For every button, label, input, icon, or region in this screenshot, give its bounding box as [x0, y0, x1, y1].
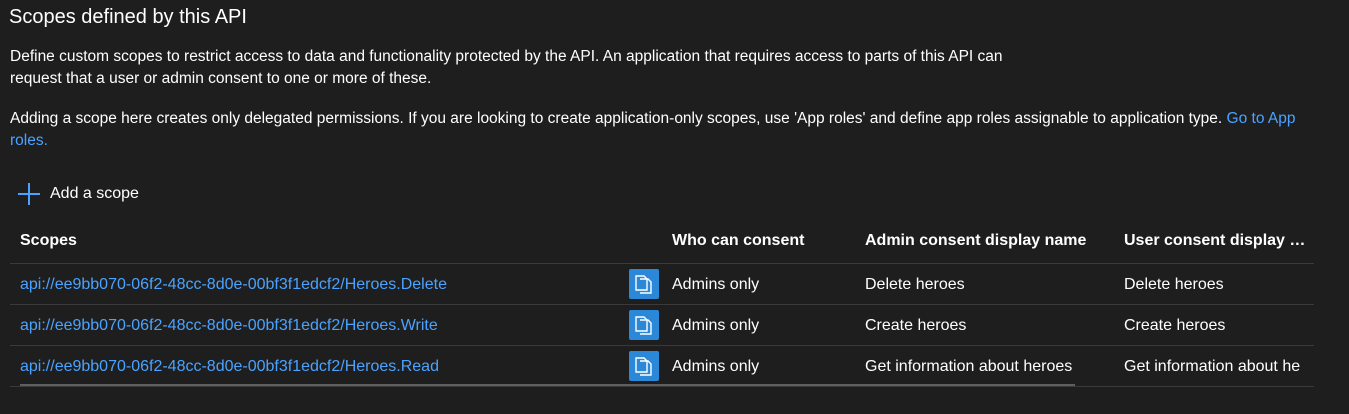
add-scope-label: Add a scope [50, 185, 139, 202]
delegated-permissions-text: Adding a scope here creates only delegat… [10, 110, 1223, 127]
copy-to-clipboard-button[interactable] [629, 269, 659, 299]
table-row: api://ee9bb070-06f2-48cc-8d0e-00bf3f1edc… [10, 305, 1314, 346]
table-row: api://ee9bb070-06f2-48cc-8d0e-00bf3f1edc… [10, 346, 1314, 387]
table-header: Scopes Who can consent Admin consent dis… [10, 222, 1314, 264]
delegated-permissions-note: Adding a scope here creates only delegat… [10, 108, 1310, 152]
admin-display-name-cell: Create heroes [865, 317, 967, 334]
user-display-name-cell: Get information about he [1124, 358, 1301, 375]
admin-display-name-cell: Delete heroes [865, 276, 965, 293]
copy-to-clipboard-button[interactable] [629, 351, 659, 381]
scope-link[interactable]: api://ee9bb070-06f2-48cc-8d0e-00bf3f1edc… [20, 317, 438, 334]
table-row: api://ee9bb070-06f2-48cc-8d0e-00bf3f1edc… [10, 264, 1314, 305]
copy-icon [635, 357, 652, 376]
who-can-consent-cell: Admins only [672, 358, 760, 375]
admin-display-name-cell: Get information about heroes [865, 358, 1073, 375]
copy-to-clipboard-button[interactable] [629, 310, 659, 340]
horizontal-scrollbar[interactable] [20, 384, 1075, 386]
column-header-scopes[interactable]: Scopes [20, 232, 620, 250]
copy-icon [635, 275, 652, 294]
column-header-user-display-name[interactable]: User consent display na.. [1124, 232, 1314, 250]
column-header-who-can-consent[interactable]: Who can consent [672, 232, 852, 250]
section-description: Define custom scopes to restrict access … [10, 48, 1003, 87]
add-scope-button[interactable]: Add a scope [18, 183, 139, 205]
user-display-name-cell: Create heroes [1124, 317, 1226, 334]
plus-icon [18, 183, 40, 205]
scope-link[interactable]: api://ee9bb070-06f2-48cc-8d0e-00bf3f1edc… [20, 358, 439, 375]
scopes-page: Scopes defined by this API Define custom… [0, 0, 1349, 414]
copy-icon [635, 316, 652, 335]
who-can-consent-cell: Admins only [672, 276, 760, 293]
scope-link[interactable]: api://ee9bb070-06f2-48cc-8d0e-00bf3f1edc… [20, 276, 447, 293]
who-can-consent-cell: Admins only [672, 317, 760, 334]
scopes-table: Scopes Who can consent Admin consent dis… [10, 222, 1314, 387]
column-header-admin-display-name[interactable]: Admin consent display name [865, 232, 1115, 250]
user-display-name-cell: Delete heroes [1124, 276, 1224, 293]
section-title: Scopes defined by this API [9, 6, 247, 28]
